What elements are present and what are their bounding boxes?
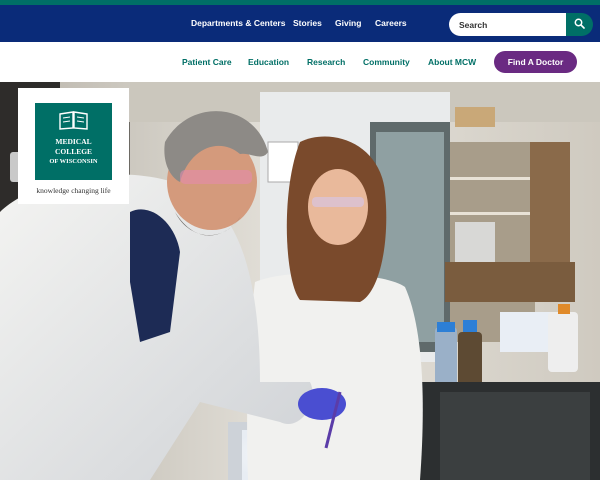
logo-tagline: knowledge changing life [36, 186, 111, 195]
nav-education[interactable]: Education [248, 57, 289, 67]
hero-image: MEDICAL COLLEGE OF WISCONSIN knowledge c… [0, 82, 600, 480]
logo-line-college: COLLEGE [54, 147, 93, 156]
mcw-logo: MEDICAL COLLEGE OF WISCONSIN [35, 103, 112, 180]
logo-card[interactable]: MEDICAL COLLEGE OF WISCONSIN knowledge c… [18, 88, 129, 204]
nav-about-mcw[interactable]: About MCW [428, 57, 476, 67]
logo-line-medical: MEDICAL [55, 137, 92, 146]
search-button[interactable] [566, 13, 593, 36]
utility-link-giving[interactable]: Giving [335, 18, 361, 28]
find-a-doctor-button[interactable]: Find A Doctor [494, 51, 577, 73]
search-icon [574, 16, 585, 34]
nav-patient-care[interactable]: Patient Care [182, 57, 232, 67]
logo-line-wisconsin: OF WISCONSIN [49, 158, 98, 165]
search-field [449, 13, 566, 36]
nav-research[interactable]: Research [307, 57, 345, 67]
utility-link-careers[interactable]: Careers [375, 18, 407, 28]
search-input[interactable] [459, 19, 566, 30]
utility-bar: Departments & Centers Stories Giving Car… [0, 5, 600, 42]
book-icon [58, 110, 89, 135]
utility-link-departments[interactable]: Departments & Centers [191, 18, 285, 28]
nav-community[interactable]: Community [363, 57, 410, 67]
utility-link-stories[interactable]: Stories [293, 18, 322, 28]
